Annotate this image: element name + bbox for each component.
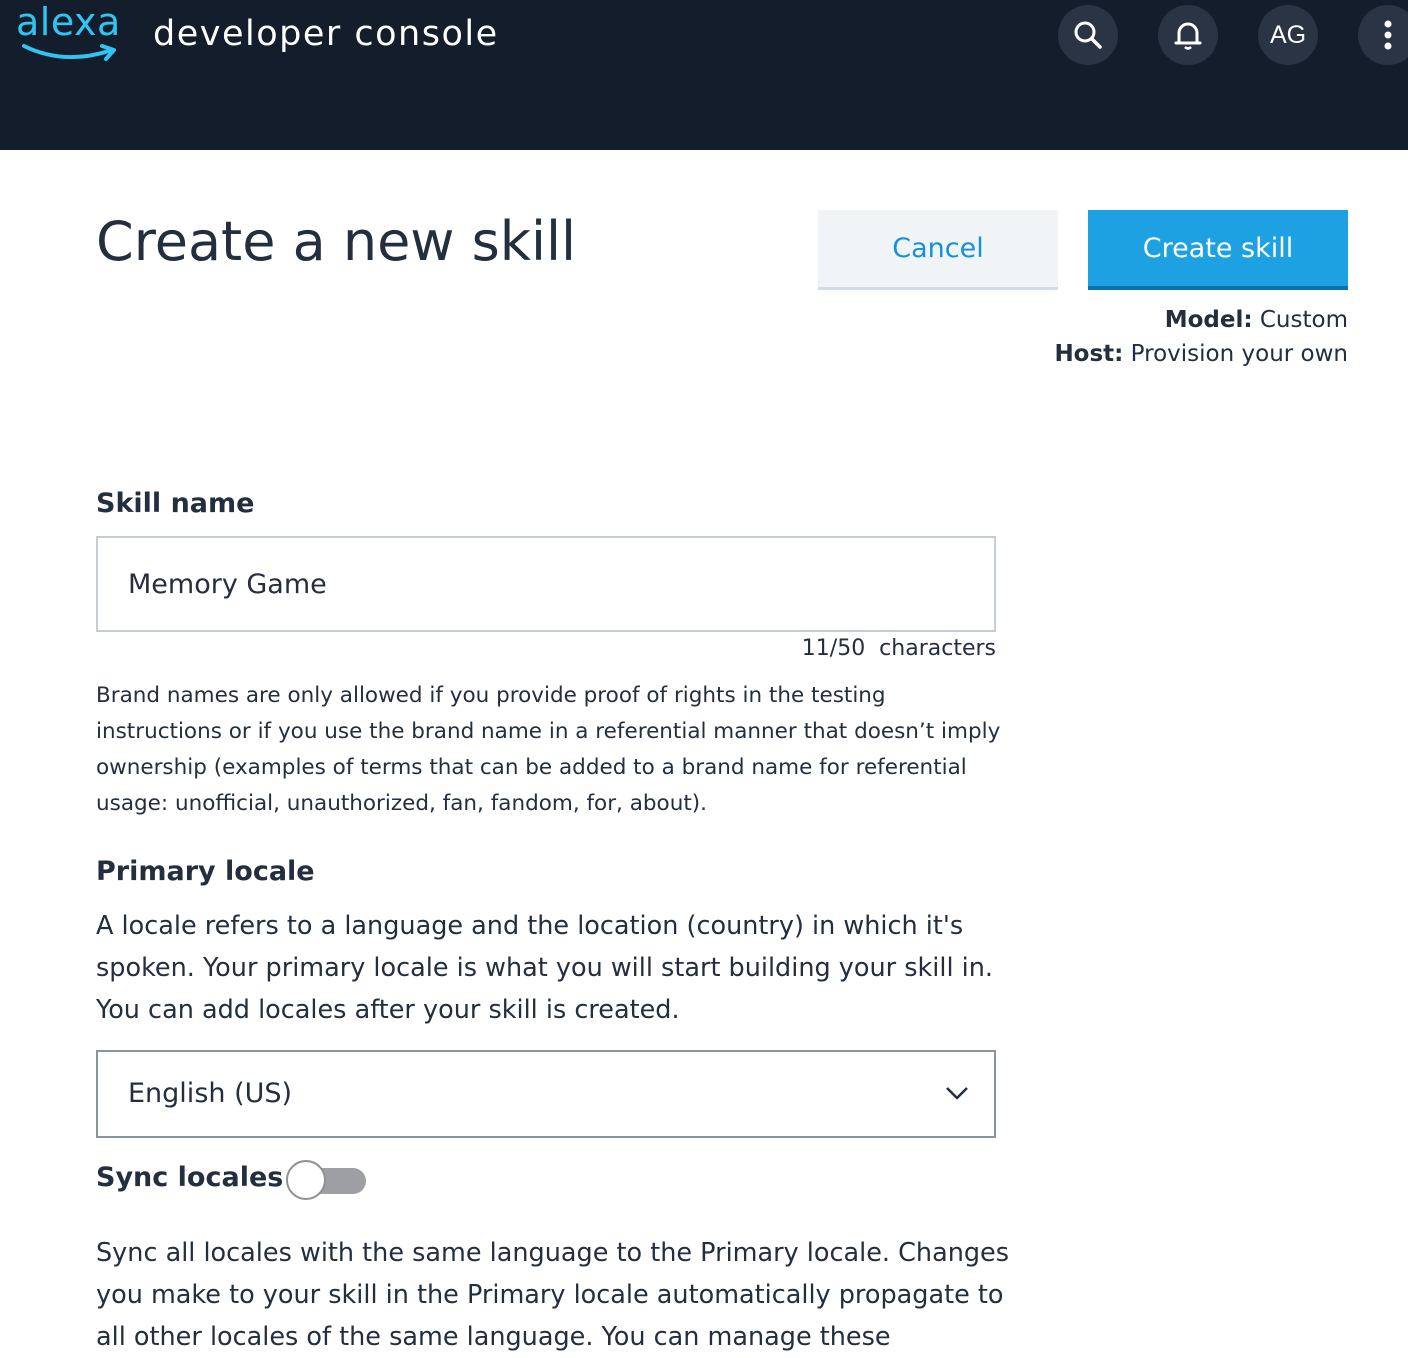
notifications-button[interactable] <box>1158 5 1218 65</box>
create-skill-button[interactable]: Create skill <box>1088 210 1348 290</box>
search-icon <box>1074 21 1102 49</box>
console-title: developer console <box>153 14 499 54</box>
top-nav-bar: alexa developer console AG <box>0 0 1408 150</box>
host-value: Provision your own <box>1123 341 1348 367</box>
bell-icon <box>1174 22 1202 50</box>
more-menu-button[interactable] <box>1358 5 1408 65</box>
toggle-knob <box>286 1160 326 1200</box>
page-title: Create a new skill <box>96 210 577 273</box>
logo-text: alexa <box>16 0 121 44</box>
primary-locale-description: A locale refers to a language and the lo… <box>96 911 993 1025</box>
model-value: Custom <box>1252 307 1348 333</box>
host-summary: Host: Provision your own <box>1054 341 1348 367</box>
primary-locale-label: Primary locale <box>96 856 315 887</box>
smile-arrow-icon <box>22 44 116 61</box>
brand-name-note: Brand names are only allowed if you prov… <box>96 683 1001 816</box>
selected-locale-value: English (US) <box>128 1078 293 1109</box>
more-vertical-icon <box>1384 20 1392 50</box>
model-summary: Model: Custom <box>1165 307 1348 333</box>
alexa-logo[interactable]: alexa <box>14 0 124 70</box>
primary-locale-select[interactable]: English (US) <box>96 1050 996 1138</box>
skill-name-label: Skill name <box>96 488 255 519</box>
chevron-down-icon <box>946 1087 968 1100</box>
skill-name-input[interactable] <box>96 536 996 632</box>
user-avatar-button[interactable]: AG <box>1258 5 1318 65</box>
search-button[interactable] <box>1058 5 1118 65</box>
cancel-button[interactable]: Cancel <box>818 210 1058 290</box>
sync-locales-toggle[interactable] <box>286 1160 368 1202</box>
host-key: Host: <box>1054 341 1124 367</box>
sync-locales-description: Sync all locales with the same language … <box>96 1238 1010 1352</box>
model-key: Model: <box>1164 307 1253 333</box>
character-counter: 11/50 characters <box>801 636 996 661</box>
sync-locales-label: Sync locales <box>96 1162 284 1193</box>
